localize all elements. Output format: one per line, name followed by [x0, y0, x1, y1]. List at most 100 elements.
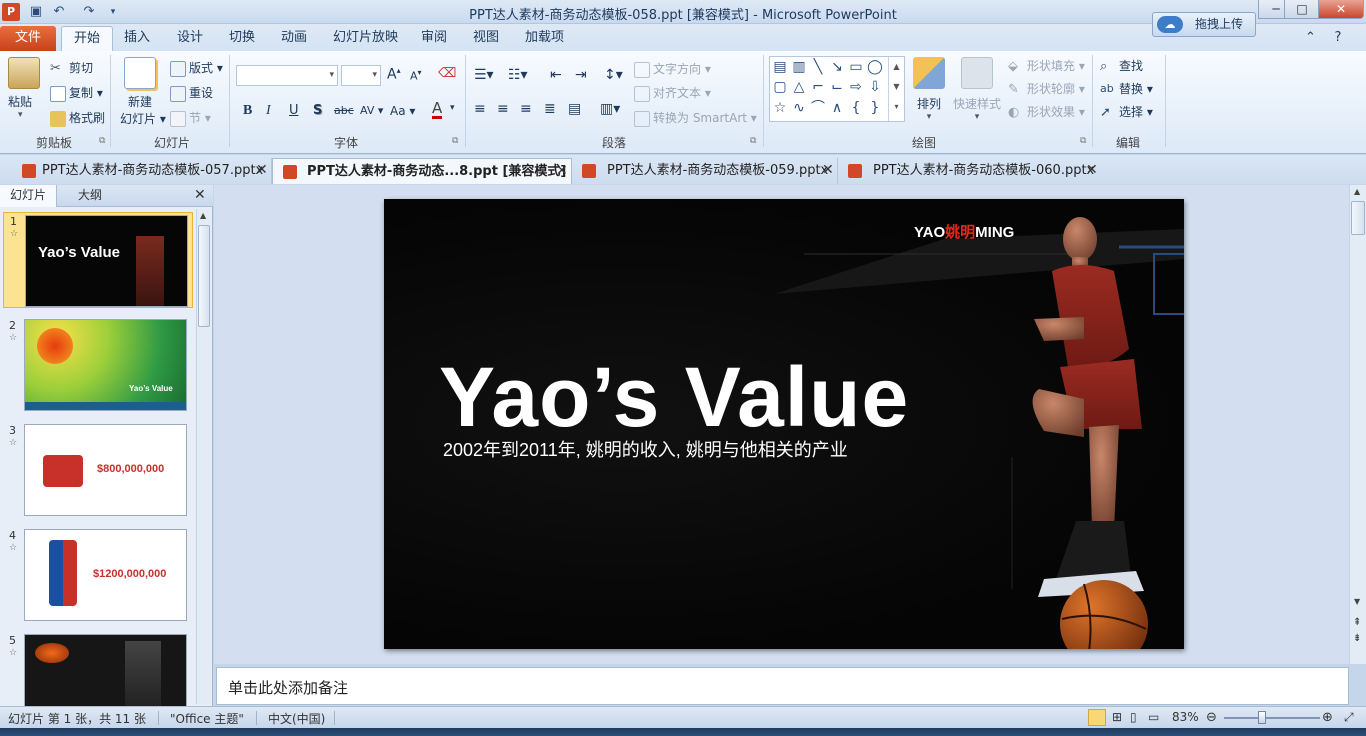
- drawing-launcher-icon[interactable]: ⧉: [1080, 136, 1086, 146]
- previous-slide-icon[interactable]: ⇞: [1353, 617, 1361, 628]
- doc-tab-059[interactable]: PPT达人素材-商务动态模板-059.pptx ✕: [572, 158, 838, 184]
- next-slide-icon[interactable]: ⇟: [1353, 633, 1361, 644]
- section-button[interactable]: 节 ▾: [170, 109, 211, 127]
- tab-home[interactable]: 开始: [61, 26, 114, 51]
- slide-title[interactable]: Yao’s Value: [439, 349, 909, 446]
- tab-slides[interactable]: 幻灯片: [0, 185, 58, 207]
- layout-button[interactable]: 版式 ▾: [170, 59, 223, 77]
- char-spacing-button[interactable]: AV ▾: [360, 104, 383, 117]
- replace-button[interactable]: ab 替换 ▾: [1100, 80, 1153, 98]
- theme-status[interactable]: "Office 主题": [170, 710, 244, 727]
- shrink-font-button[interactable]: A▾: [410, 68, 422, 83]
- cut-button[interactable]: ✂ 剪切: [50, 59, 93, 77]
- align-right-icon[interactable]: ≡: [520, 101, 532, 117]
- bold-button[interactable]: B: [243, 103, 252, 119]
- tab-review[interactable]: 审阅: [409, 26, 459, 51]
- slide-thumbnail[interactable]: 4 ☆ $1200,000,000: [3, 527, 193, 623]
- slide-thumbnail[interactable]: 1 ☆ Yao’s Value: [3, 212, 193, 308]
- slide-thumbnail[interactable]: 3 ☆ $800,000,000: [3, 422, 193, 518]
- arc-shape-icon[interactable]: ⌒: [809, 99, 827, 117]
- scroll-up-icon[interactable]: ▲: [1354, 187, 1360, 196]
- arrow-line-shape-icon[interactable]: ↘: [828, 58, 846, 76]
- clipboard-launcher-icon[interactable]: ⧉: [99, 136, 105, 146]
- align-center-icon[interactable]: ≡: [497, 101, 509, 117]
- align-left-icon[interactable]: ≡: [474, 101, 486, 117]
- line-shape-icon[interactable]: ╲: [809, 58, 827, 76]
- distributed-icon[interactable]: ▤: [568, 101, 581, 117]
- arrange-button[interactable]: 排列 ▾: [912, 57, 946, 122]
- select-button[interactable]: ➚ 选择 ▾: [1100, 103, 1153, 121]
- tab-animations[interactable]: 动画: [269, 26, 319, 51]
- smartart-button[interactable]: 转换为 SmartArt ▾: [634, 109, 757, 127]
- change-case-button[interactable]: Aa ▾: [390, 104, 415, 118]
- shape-effects-button[interactable]: ◐ 形状效果 ▾: [1008, 103, 1085, 121]
- zoom-level[interactable]: 83%: [1172, 710, 1199, 724]
- vertical-textbox-shape-icon[interactable]: ▥: [790, 58, 808, 76]
- curve-shape-icon[interactable]: ∿: [790, 99, 808, 117]
- font-launcher-icon[interactable]: ⧉: [452, 136, 458, 146]
- close-button[interactable]: ✕: [1318, 0, 1364, 19]
- close-pane-button[interactable]: ✕: [194, 187, 206, 203]
- slideshow-view-icon[interactable]: ▭: [1148, 710, 1159, 724]
- text-direction-button[interactable]: 文字方向 ▾: [634, 60, 711, 78]
- scroll-thumb[interactable]: [1351, 201, 1365, 235]
- tab-file[interactable]: 文件: [0, 26, 56, 51]
- slides-pane-scrollbar[interactable]: ▲: [196, 209, 211, 704]
- scroll-thumb[interactable]: [198, 225, 210, 327]
- close-tab-icon[interactable]: ✕: [256, 158, 268, 183]
- zoom-out-icon[interactable]: ⊖: [1206, 710, 1217, 725]
- slide-scrollbar[interactable]: ▲ ▼ ⇞ ⇟: [1349, 185, 1366, 664]
- doc-tab-058[interactable]: PPT达人素材-商务动态...8.ppt [兼容模式] ✕: [272, 158, 572, 184]
- justify-icon[interactable]: ≣: [544, 101, 556, 117]
- elbow-connector-shape-icon[interactable]: ⌐: [809, 78, 827, 96]
- textbox-shape-icon[interactable]: ▤: [771, 58, 789, 76]
- scroll-up-icon[interactable]: ▲: [200, 211, 206, 220]
- rounded-rect-shape-icon[interactable]: ▢: [771, 78, 789, 96]
- freeform-shape-icon[interactable]: ∧: [828, 99, 846, 117]
- normal-view-icon[interactable]: [1088, 709, 1106, 726]
- align-text-button[interactable]: 对齐文本 ▾: [634, 84, 711, 102]
- quick-styles-button[interactable]: 快速样式 ▾: [952, 57, 1002, 122]
- oval-shape-icon[interactable]: ◯: [866, 58, 884, 76]
- reading-view-icon[interactable]: ▯: [1130, 710, 1137, 724]
- format-painter-button[interactable]: 格式刷: [50, 109, 105, 127]
- paste-dropdown-icon[interactable]: ▾: [8, 110, 38, 120]
- paragraph-launcher-icon[interactable]: ⧉: [750, 136, 756, 146]
- help-icon[interactable]: ?: [1328, 26, 1348, 51]
- scroll-down-icon[interactable]: ▼: [1354, 597, 1360, 606]
- rectangle-shape-icon[interactable]: ▭: [847, 58, 865, 76]
- language-status[interactable]: 中文(中国): [268, 710, 325, 727]
- slide-thumbnail[interactable]: 2 ☆ Yao’s Value: [3, 317, 193, 413]
- increase-indent-icon[interactable]: ⇥: [575, 67, 587, 83]
- upload-button[interactable]: ☁ 拖拽上传: [1152, 12, 1256, 37]
- bullets-icon[interactable]: ☰▾: [474, 67, 494, 83]
- text-shadow-button[interactable]: S: [313, 103, 322, 118]
- shape-fill-button[interactable]: ⬙ 形状填充 ▾: [1008, 57, 1085, 75]
- new-slide-button[interactable]: 新建 幻灯片 ▾: [120, 57, 166, 127]
- gallery-scroll-icon[interactable]: ▲ ▼ ▾: [888, 57, 904, 121]
- doc-tab-060[interactable]: PPT达人素材-商务动态模板-060.pptx ✕: [838, 158, 1104, 184]
- tab-slideshow[interactable]: 幻灯片放映: [321, 26, 410, 51]
- line-spacing-icon[interactable]: ↕▾: [604, 67, 623, 83]
- decrease-indent-icon[interactable]: ⇤: [550, 67, 562, 83]
- star-shape-icon[interactable]: ☆: [771, 99, 789, 117]
- ribbon-collapse-icon[interactable]: ⌃: [1305, 26, 1316, 51]
- italic-button[interactable]: I: [266, 103, 271, 119]
- slide-canvas[interactable]: YAO姚明MING Yao’s Value 2002年到2011年, 姚明的收入…: [384, 199, 1184, 649]
- font-family-combo[interactable]: ▾: [236, 65, 338, 86]
- slide-count-status[interactable]: 幻灯片 第 1 张，共 11 张: [8, 710, 146, 727]
- font-size-combo[interactable]: ▾: [341, 65, 381, 86]
- numbering-icon[interactable]: ☷▾: [508, 67, 528, 83]
- tab-insert[interactable]: 插入: [112, 26, 162, 51]
- grow-font-button[interactable]: A▴: [387, 66, 401, 83]
- notes-pane[interactable]: 单击此处添加备注: [216, 667, 1349, 705]
- paste-button[interactable]: 粘贴 ▾: [8, 57, 40, 120]
- close-tab-icon[interactable]: ✕: [822, 158, 834, 183]
- fit-to-window-icon[interactable]: ⤢: [1344, 710, 1354, 725]
- copy-button[interactable]: 复制 ▾: [50, 84, 103, 102]
- down-arrow-shape-icon[interactable]: ⇩: [866, 78, 884, 96]
- tab-view[interactable]: 视图: [461, 26, 511, 51]
- maximize-button[interactable]: □: [1284, 0, 1320, 19]
- elbow-arrow-shape-icon[interactable]: ⌙: [828, 78, 846, 96]
- right-arrow-shape-icon[interactable]: ⇨: [847, 78, 865, 96]
